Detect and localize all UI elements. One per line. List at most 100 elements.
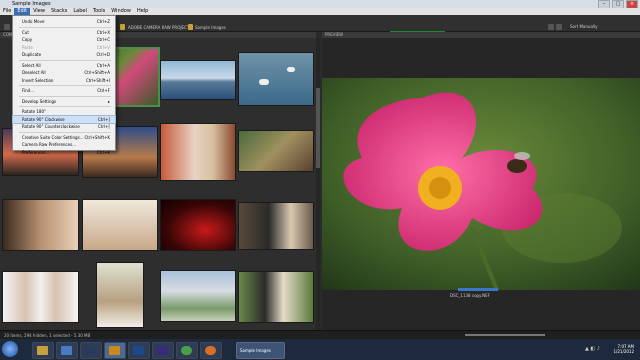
- preview-panel: [322, 38, 640, 330]
- menu-item[interactable]: Deselect All Ctrl+Shift+A: [13, 69, 115, 76]
- thumbnail-size-slider[interactable]: [465, 334, 545, 336]
- menu-help[interactable]: Help: [134, 8, 151, 15]
- menu-item-label: Creative Suite Color Settings...: [22, 134, 84, 140]
- menu-edit[interactable]: Edit: [14, 8, 31, 15]
- menu-item[interactable]: Creative Suite Color Settings... Ctrl+Shi…: [13, 134, 115, 141]
- thumbnail[interactable]: [2, 271, 79, 323]
- delete-icon[interactable]: [556, 24, 562, 30]
- menu-item-shortcut: Ctrl+C: [96, 37, 110, 42]
- back-icon[interactable]: [4, 24, 10, 30]
- thumbnail[interactable]: [96, 262, 144, 328]
- filmstrip-selection[interactable]: [458, 288, 498, 291]
- taskbar-explorer[interactable]: [32, 342, 54, 359]
- start-button[interactable]: [2, 341, 18, 357]
- edit-menu-dropdown: Undo Move Ctrl+Z Cut Ctrl+X Copy Ctrl+C Paste C…: [12, 15, 116, 155]
- menu-tools[interactable]: Tools: [90, 8, 108, 15]
- menu-item-label: Rotate 180°: [22, 109, 47, 114]
- menu-item-label: Deselect All: [22, 70, 46, 75]
- folder-icon: [188, 24, 193, 30]
- thumbnail[interactable]: [238, 202, 314, 250]
- menu-item-label: Cut: [22, 29, 29, 35]
- thumbnail[interactable]: [238, 52, 314, 106]
- menu-item[interactable]: Duplicate Ctrl+D: [13, 51, 115, 58]
- scrollbar-thumb[interactable]: [316, 88, 320, 168]
- menu-item[interactable]: Camera Raw Preferences...: [13, 141, 115, 148]
- menu-item[interactable]: Cut Ctrl+X: [13, 29, 115, 36]
- thumbnail[interactable]: [160, 123, 236, 181]
- menu-item[interactable]: Rotate 180°: [13, 108, 115, 115]
- thumbnail[interactable]: [238, 271, 314, 323]
- menu-item-shortcut: Ctrl+V: [96, 44, 110, 50]
- menu-item-label: Duplicate: [22, 52, 42, 57]
- menu-item-shortcut: Ctrl+K: [96, 149, 110, 155]
- sort-dropdown[interactable]: Sort Manually: [570, 24, 597, 29]
- menu-item-label: Select All: [22, 62, 41, 68]
- thumbnail[interactable]: [2, 199, 79, 251]
- menu-item-shortcut: Ctrl+F: [97, 88, 110, 93]
- menu-stacks[interactable]: Stacks: [48, 8, 70, 15]
- folder-icon: [120, 24, 125, 30]
- menu-item-label: Copy: [22, 37, 33, 42]
- menu-item-label: Paste: [22, 44, 33, 50]
- menu-item-shortcut: Ctrl+Shift+I: [85, 77, 110, 83]
- breadcrumb-project[interactable]: ADOBE CAMERA RAW PROJECT: [128, 24, 189, 31]
- clock-date: 1/21/2012: [613, 349, 634, 354]
- status-text: 20 items, 294 hidden, 1 selected - 5.30 …: [4, 333, 91, 338]
- menu-item[interactable]: Rotate 90° Counterclockwise Ctrl+[: [13, 123, 115, 130]
- window-title: Sample Images: [12, 1, 51, 7]
- tray-icons[interactable]: ▲ ◧ ♪: [585, 346, 600, 352]
- menu-item-label: Rotate 90° Counterclockwise: [22, 124, 80, 129]
- preview-filename: DSC_1138 copy.NEF: [450, 293, 490, 298]
- taskbar-chrome[interactable]: [176, 342, 198, 359]
- menu-item[interactable]: Copy Ctrl+C: [13, 36, 115, 43]
- thumbnail[interactable]: [160, 60, 236, 100]
- content-scrollbar[interactable]: [316, 38, 320, 330]
- breadcrumb-folder[interactable]: Sample Images: [195, 24, 226, 31]
- menu-item-label: Undo Move: [22, 19, 45, 24]
- rotate-icon[interactable]: [548, 24, 554, 30]
- menu-item-shortcut: ▸: [107, 98, 110, 104]
- menu-item[interactable]: Find... Ctrl+F: [13, 87, 115, 94]
- taskbar-media[interactable]: [56, 342, 78, 359]
- menu-item[interactable]: Undo Move Ctrl+Z: [13, 18, 115, 25]
- menu-item[interactable]: Preferences... Ctrl+K: [13, 149, 115, 156]
- menu-view[interactable]: View: [30, 8, 48, 15]
- menu-label[interactable]: Label: [70, 8, 90, 15]
- menu-item-shortcut: Ctrl+Shift+A: [84, 70, 110, 75]
- clock[interactable]: 7:07 AM 1/21/2012: [613, 344, 634, 354]
- menu-file[interactable]: File: [0, 8, 14, 15]
- window-title-bar: Sample Images – □ ×: [0, 0, 640, 9]
- menu-separator: [19, 59, 111, 61]
- menu-item[interactable]: Invert Selection Ctrl+Shift+I: [13, 77, 115, 84]
- menu-item-label: Invert Selection: [22, 77, 54, 83]
- menu-item[interactable]: Select All Ctrl+A: [13, 62, 115, 69]
- thumbnail[interactable]: [82, 199, 158, 251]
- menu-item-shortcut: Ctrl+Shift+K: [84, 134, 110, 140]
- menu-separator: [19, 106, 111, 107]
- menu-separator: [19, 95, 111, 97]
- menu-item-shortcut: Ctrl+A: [96, 62, 110, 68]
- taskbar-photoshop[interactable]: [128, 342, 150, 359]
- taskbar-premiere[interactable]: [152, 342, 174, 359]
- taskbar-bridge[interactable]: [104, 342, 126, 359]
- menu-separator: [19, 85, 111, 86]
- menu-item[interactable]: Develop Settings ▸: [13, 98, 115, 105]
- thumbnail[interactable]: [160, 270, 236, 322]
- thumbnail[interactable]: [160, 199, 236, 251]
- menu-item-label: Rotate 90° Clockwise: [22, 116, 65, 122]
- menu-item-shortcut: Ctrl+Z: [96, 19, 110, 24]
- taskbar-lightroom[interactable]: [80, 342, 102, 359]
- taskbar-firefox[interactable]: [200, 342, 222, 359]
- menu-item-label: Preferences...: [22, 149, 50, 155]
- menu-separator: [19, 131, 111, 133]
- menu-item-label: Find...: [22, 88, 35, 93]
- thumbnail[interactable]: [238, 130, 314, 172]
- taskbar: Sample Images ▲ ◧ ♪ 7:07 AM 1/21/2012: [0, 339, 640, 360]
- menu-item[interactable]: Paste Ctrl+V: [13, 44, 115, 51]
- menu-item[interactable]: Rotate 90° Clockwise Ctrl+]: [12, 114, 116, 124]
- menu-item-shortcut: Ctrl+X: [96, 29, 110, 35]
- taskbar-active-window[interactable]: Sample Images: [236, 342, 285, 359]
- menu-item-label: Camera Raw Preferences...: [22, 142, 76, 147]
- menu-window[interactable]: Window: [108, 8, 134, 15]
- menu-item-label: Develop Settings: [22, 98, 57, 104]
